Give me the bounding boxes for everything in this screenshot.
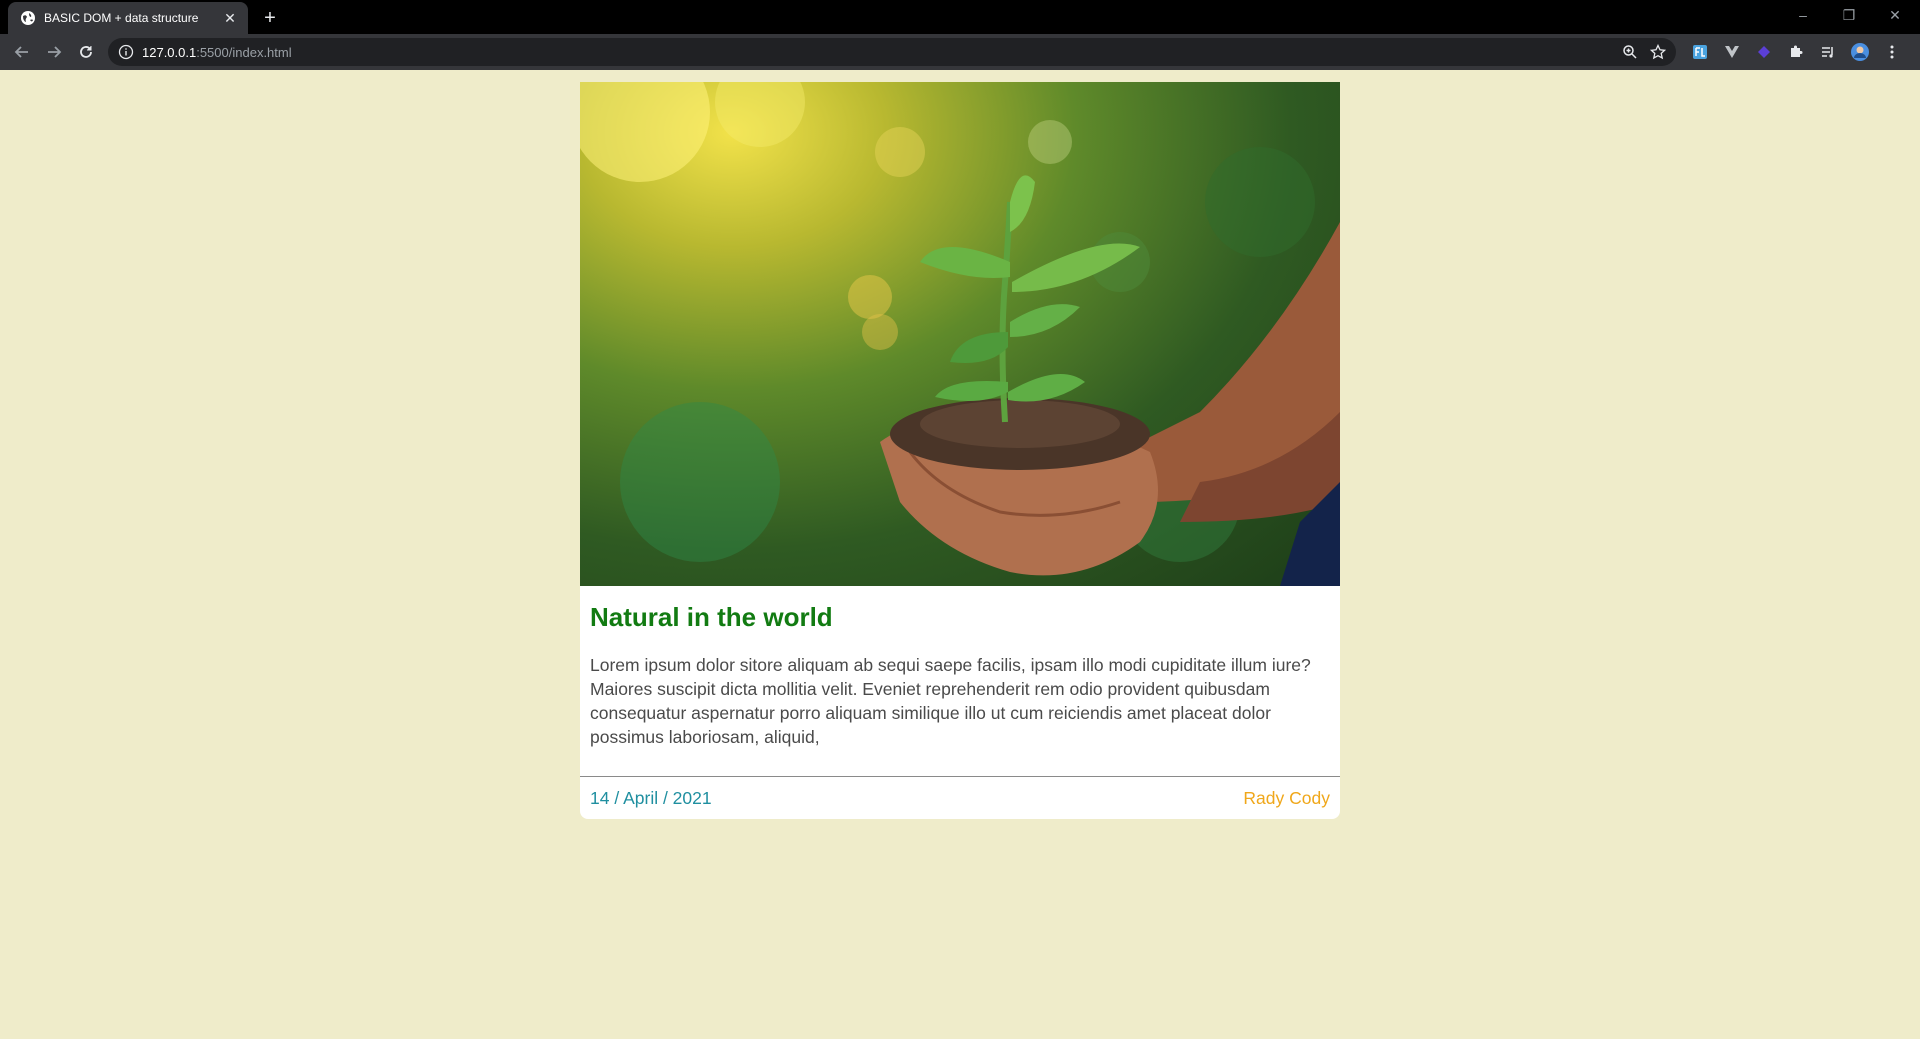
- card-image: [580, 82, 1340, 586]
- window-close-icon[interactable]: ✕: [1872, 0, 1918, 30]
- article-card: Natural in the world Lorem ipsum dolor s…: [580, 82, 1340, 819]
- tab-strip: BASIC DOM + data structure ✕ + – ❐ ✕: [0, 0, 1920, 34]
- extension-vue-icon[interactable]: [1720, 40, 1744, 64]
- globe-icon: [21, 11, 35, 25]
- card-author: Rady Cody: [1243, 787, 1330, 808]
- new-tab-button[interactable]: +: [258, 6, 282, 30]
- url-path: :5500/index.html: [196, 44, 292, 60]
- zoom-icon[interactable]: [1622, 44, 1638, 60]
- card-text: Lorem ipsum dolor sitore aliquam ab sequ…: [590, 655, 1311, 747]
- address-bar[interactable]: 127.0.0.1:5500/index.html: [108, 38, 1676, 66]
- seedling-photo: [580, 82, 1340, 586]
- menu-kebab-icon[interactable]: [1880, 40, 1904, 64]
- back-button[interactable]: [10, 40, 34, 64]
- omnibox-actions: [1622, 44, 1666, 60]
- reload-icon: [80, 46, 92, 58]
- reload-button[interactable]: [74, 40, 98, 64]
- bookmark-star-icon[interactable]: [1650, 44, 1666, 60]
- url-host: 127.0.0.1: [142, 44, 197, 60]
- extension-fl-icon[interactable]: [1688, 40, 1712, 64]
- browser-toolbar: 127.0.0.1:5500/index.html: [0, 34, 1920, 70]
- restore-icon[interactable]: ❐: [1826, 0, 1872, 30]
- extensions-area: [1688, 40, 1904, 64]
- back-arrow-icon: [14, 46, 28, 58]
- forward-button[interactable]: [42, 40, 66, 64]
- extension-diamond-icon[interactable]: [1752, 40, 1776, 64]
- info-icon[interactable]: [118, 44, 134, 60]
- card-body: Natural in the world Lorem ipsum dolor s…: [580, 586, 1340, 749]
- close-tab-icon[interactable]: ✕: [220, 8, 240, 28]
- forward-arrow-icon: [48, 46, 62, 58]
- tab-title: BASIC DOM + data structure: [44, 11, 199, 25]
- card-footer: 14 / April / 2021 Rady Cody: [580, 776, 1340, 819]
- reading-list-icon[interactable]: [1816, 40, 1840, 64]
- minimize-icon[interactable]: –: [1780, 0, 1826, 30]
- card-date: 14 / April / 2021: [590, 787, 712, 808]
- browser-tab[interactable]: BASIC DOM + data structure ✕: [8, 2, 248, 34]
- card-title: Natural in the world: [590, 602, 833, 632]
- url-text: 127.0.0.1:5500/index.html: [142, 45, 292, 60]
- profile-avatar[interactable]: [1848, 40, 1872, 64]
- extensions-puzzle-icon[interactable]: [1784, 40, 1808, 64]
